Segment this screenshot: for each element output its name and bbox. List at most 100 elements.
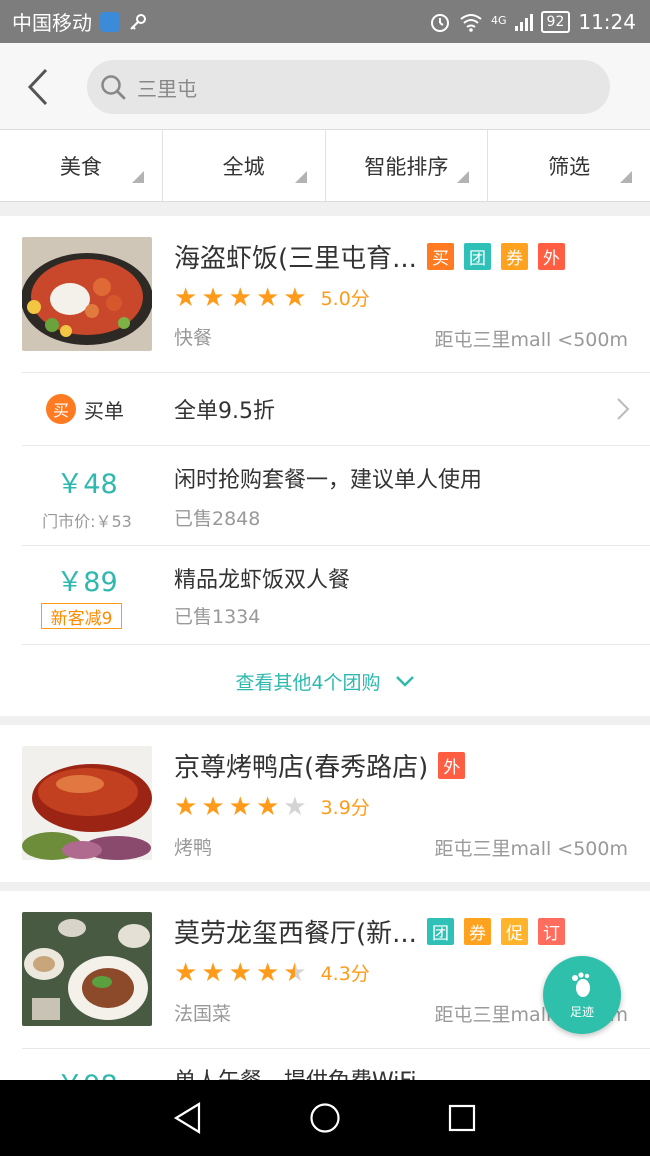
shop-distance: 距屯三里mall <500m [434, 838, 628, 860]
shop-distance: 距屯三里mall <500m [434, 329, 628, 351]
rating: ★ ★ ★ ★ ★ 4.3分 [174, 959, 370, 986]
pay-bill-label: 买单 [84, 399, 124, 423]
shop-name: 海盗虾饭(三里屯育... [174, 244, 417, 274]
filter-sort[interactable]: 智能排序 [326, 130, 489, 201]
filter-label: 美食 [59, 154, 102, 179]
deal-title: 精品龙虾饭双人餐 [174, 568, 351, 593]
nav-back-icon[interactable] [173, 1102, 203, 1134]
star-icon: ★ [255, 282, 280, 313]
star-icon: ★ [228, 282, 252, 313]
wifi-icon [460, 13, 482, 32]
deal-price: ￥89 [56, 567, 118, 598]
carrier-name: 中国移动 [12, 11, 92, 35]
app-notification-icon [100, 11, 120, 32]
star-icon: ★ [228, 791, 252, 822]
filter-area[interactable]: 全城 [163, 130, 326, 201]
back-arrow-icon [27, 68, 48, 106]
group-tag: 团 [426, 918, 454, 945]
footprint-label: 足迹 [569, 1004, 594, 1019]
shop-photo [22, 912, 152, 1026]
group-tag: 团 [463, 243, 491, 270]
filter-bar: 美食 全城 智能排序 筛选 [0, 130, 650, 202]
star-icon: ★ [201, 957, 225, 988]
star-icon: ★ [283, 282, 307, 313]
shop-card[interactable]: 京尊烤鸭店(春秀路店) 外 ★ ★ ★ ★ ★ 3.9分 烤鸭 距屯三里mall… [0, 725, 650, 882]
filter-label: 智能排序 [364, 154, 449, 179]
filter-label: 全城 [222, 154, 265, 179]
filter-category[interactable]: 美食 [0, 130, 163, 201]
coupon-tag: 券 [500, 243, 528, 270]
shop-photo [22, 237, 152, 351]
shop-card[interactable]: 海盗虾饭(三里屯育... 买 团 券 外 ★ ★ ★ ★ ★ 5.0分 快餐 距… [0, 216, 650, 716]
dropdown-corner-icon [457, 171, 470, 183]
star-icon: ★ [255, 791, 280, 822]
deal-price: ￥48 [56, 469, 118, 500]
search-query: 三里屯 [137, 76, 197, 101]
clock: 11:24 [578, 9, 636, 34]
rating-score: 3.9分 [320, 797, 370, 819]
pay-bill-row[interactable]: 买 买单 全单9.5折 [0, 373, 650, 445]
dropdown-corner-icon [620, 171, 632, 183]
rating: ★ ★ ★ ★ ★ 5.0分 [174, 284, 370, 311]
chevron-right-icon [617, 398, 630, 420]
filter-label: 筛选 [548, 154, 591, 179]
rating-score: 5.0分 [320, 288, 370, 310]
footprint-button[interactable]: 足迹 [543, 956, 621, 1034]
view-more-deals[interactable]: 查看其他4个团购 [0, 645, 650, 717]
promo-tag: 促 [500, 918, 528, 945]
buy-tag: 买 [426, 243, 454, 270]
deal-price: ￥98 [22, 1063, 152, 1080]
rating: ★ ★ ★ ★ ★ 3.9分 [174, 793, 370, 820]
pay-bill-discount: 全单9.5折 [174, 399, 275, 424]
status-bar: 中国移动 4G 92 11:24 [0, 0, 650, 43]
network-type: 4G [491, 13, 507, 27]
signal-icon [514, 13, 533, 31]
system-nav-bar [0, 1080, 650, 1156]
star-icon: ★ [174, 791, 198, 822]
takeout-tag: 外 [537, 243, 565, 270]
view-more-label: 查看其他4个团购 [235, 671, 381, 694]
search-icon [101, 75, 126, 100]
pay-bill-icon: 买 [46, 394, 76, 424]
star-icon: ★ [201, 282, 225, 313]
deal-item[interactable]: ￥89 新客减9 精品龙虾饭双人餐 已售1334 [0, 546, 650, 646]
shop-name: 京尊烤鸭店(春秀路店) [174, 753, 429, 783]
deal-item[interactable]: ￥48 门市价:￥53 闲时抢购套餐一，建议单人使用 已售2848 [0, 446, 650, 546]
nav-recents-icon[interactable] [447, 1103, 477, 1133]
coupon-tag: 券 [463, 918, 491, 945]
nav-home-icon[interactable] [309, 1102, 341, 1134]
deal-title: 单人午餐，提供免费WiFi [174, 1063, 417, 1080]
key-icon [130, 13, 146, 30]
booking-tag: 订 [537, 918, 565, 945]
shop-category: 法国菜 [174, 1003, 232, 1025]
shop-category: 烤鸭 [174, 837, 213, 859]
dropdown-corner-icon [294, 171, 307, 183]
shop-name: 莫劳龙玺西餐厅(新... [174, 919, 417, 949]
star-icon: ★ [201, 791, 225, 822]
shop-category: 快餐 [174, 327, 213, 349]
deal-original-price: 门市价:￥53 [42, 512, 132, 531]
star-icon: ★ [174, 282, 198, 313]
star-half-icon: ★ [283, 957, 307, 988]
star-icon: ★ [255, 957, 280, 988]
footprint-icon [572, 971, 590, 997]
search-header: 三里屯 [0, 43, 650, 130]
takeout-tag: 外 [438, 752, 466, 779]
search-input[interactable]: 三里屯 [87, 60, 610, 114]
dropdown-corner-icon [131, 171, 144, 183]
deal-title: 闲时抢购套餐一，建议单人使用 [174, 468, 483, 493]
shop-title-row: 京尊烤鸭店(春秀路店) 外 [174, 747, 630, 784]
deal-item[interactable]: ￥98 单人午餐，提供免费WiFi [0, 1049, 650, 1080]
filter-more[interactable]: 筛选 [488, 130, 650, 201]
new-customer-badge: 新客减9 [41, 603, 122, 629]
back-button[interactable] [18, 63, 58, 111]
deal-sold-count: 已售2848 [174, 508, 261, 530]
rating-score: 4.3分 [320, 963, 370, 985]
star-icon: ★ [228, 957, 252, 988]
deal-sold-count: 已售1334 [174, 606, 261, 628]
chevron-down-icon [395, 676, 414, 687]
star-empty-icon: ★ [283, 791, 307, 822]
shop-title-row: 莫劳龙玺西餐厅(新... 团 券 促 订 [174, 913, 630, 950]
alarm-icon [431, 13, 449, 32]
star-icon: ★ [174, 957, 198, 988]
